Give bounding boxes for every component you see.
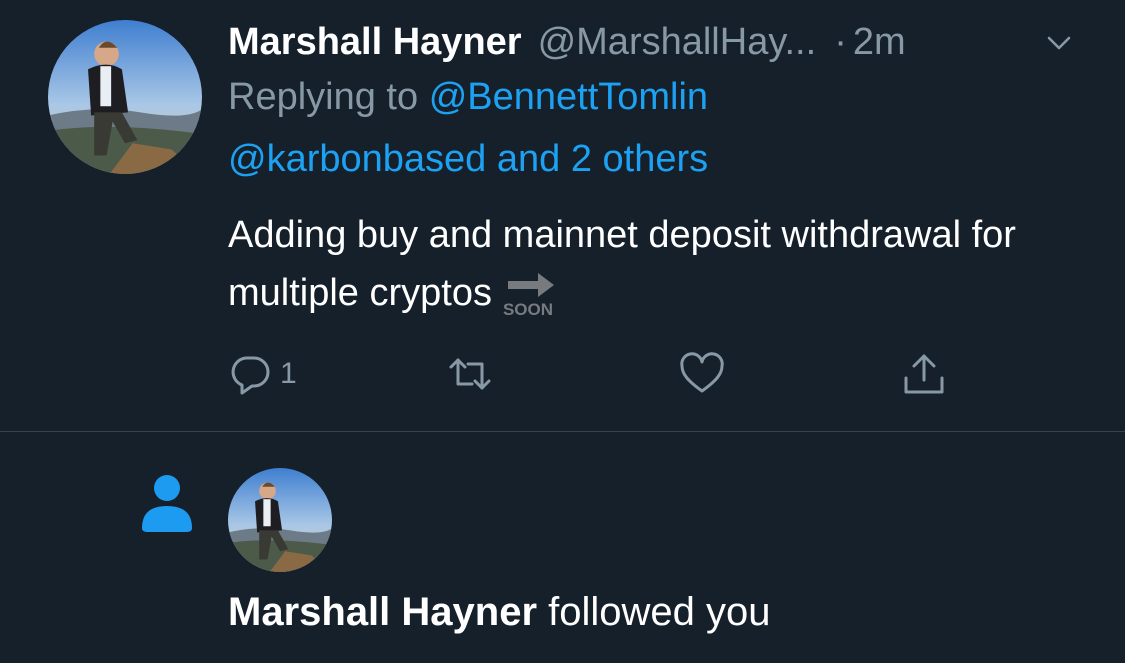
chevron-down-icon[interactable]	[1046, 30, 1072, 56]
replying-others-link[interactable]: and 2 others	[497, 138, 708, 180]
tweet-actions: 1	[0, 350, 1125, 406]
share-button[interactable]	[900, 350, 948, 398]
retweet-button[interactable]	[446, 350, 494, 398]
person-icon	[142, 475, 192, 532]
reply-count: 1	[280, 357, 297, 390]
reply-button[interactable]: 1	[226, 350, 297, 398]
soon-emoji-text: SOON	[503, 300, 553, 319]
follow-notification[interactable]: Marshall Hayner followed you	[0, 432, 1125, 663]
tweet-header: Marshall Hayner @MarshallHay... · 2m	[228, 14, 1085, 70]
soon-arrow-emoji: SOON	[500, 269, 560, 319]
notification-text: Marshall Hayner followed you	[228, 590, 771, 635]
replying-prefix: Replying to	[228, 76, 419, 118]
tweet-time[interactable]: 2m	[853, 21, 906, 64]
replying-user-link-2[interactable]: @karbonbased	[228, 138, 486, 180]
replying-to-line: Replying to @BennettTomlin	[228, 76, 708, 119]
follower-name[interactable]: Marshall Hayner	[228, 590, 537, 634]
separator-dot: ·	[834, 20, 847, 63]
author-avatar[interactable]	[48, 20, 202, 174]
tweet-text-content: Adding buy and mainnet deposit withdrawa…	[228, 214, 1016, 314]
replying-to-line-2: @karbonbased and 2 others	[228, 138, 708, 181]
like-icon	[680, 352, 724, 393]
like-button[interactable]	[678, 350, 726, 398]
reply-icon	[231, 356, 270, 395]
tweet[interactable]: Marshall Hayner @MarshallHay... · 2m Rep…	[0, 0, 1125, 432]
author-handle[interactable]: @MarshallHay...	[538, 21, 817, 64]
retweet-icon	[449, 358, 491, 390]
follower-avatar[interactable]	[228, 468, 332, 572]
replying-user-link[interactable]: @BennettTomlin	[429, 76, 708, 118]
author-name[interactable]: Marshall Hayner	[228, 21, 522, 64]
tweet-text: Adding buy and mainnet deposit withdrawa…	[228, 206, 1088, 322]
share-icon	[904, 354, 944, 394]
notification-action: followed you	[548, 590, 771, 634]
